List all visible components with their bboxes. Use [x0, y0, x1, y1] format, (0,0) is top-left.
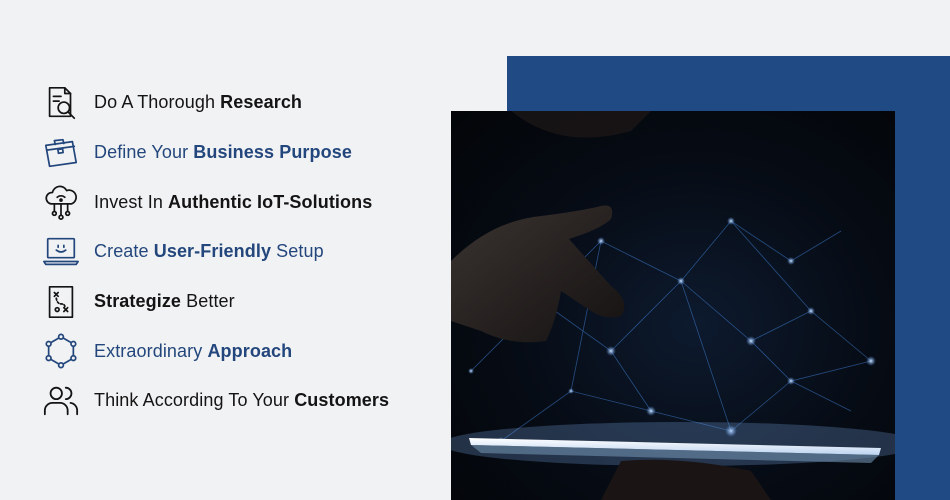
tip-business-purpose: Define Your Business Purpose [40, 128, 440, 178]
tip-label: Define Your Business Purpose [94, 142, 352, 163]
strategy-board-icon [40, 281, 82, 323]
network-hand-illustration [451, 111, 895, 500]
laptop-smile-icon [40, 231, 82, 273]
tip-label: Extraordinary Approach [94, 340, 293, 361]
briefcase-icon [40, 132, 82, 174]
tip-label: Do A Thorough Research [94, 92, 303, 113]
hero-image [451, 111, 895, 500]
tip-customers: Think According To Your Customers [40, 376, 440, 426]
page: Do A Thorough Research Define Your Busin… [0, 0, 950, 500]
tip-research: Do A Thorough Research [40, 78, 440, 128]
tip-user-friendly: Create User-Friendly Setup [40, 227, 440, 277]
tip-label: Invest In Authentic IoT-Solutions [94, 191, 373, 212]
users-icon [40, 380, 82, 422]
hexagon-network-icon [40, 330, 82, 372]
tips-list: Do A Thorough Research Define Your Busin… [40, 78, 440, 426]
research-document-icon [40, 82, 82, 124]
tip-label: Create User-Friendly Setup [94, 241, 324, 262]
cloud-network-icon [40, 181, 82, 223]
tip-label: Strategize Better [94, 291, 235, 312]
tip-label: Think According To Your Customers [94, 390, 390, 411]
tip-iot-solutions: Invest In Authentic IoT-Solutions [40, 177, 440, 227]
tip-approach: Extraordinary Approach [40, 326, 440, 376]
tip-strategize: Strategize Better [40, 277, 440, 327]
